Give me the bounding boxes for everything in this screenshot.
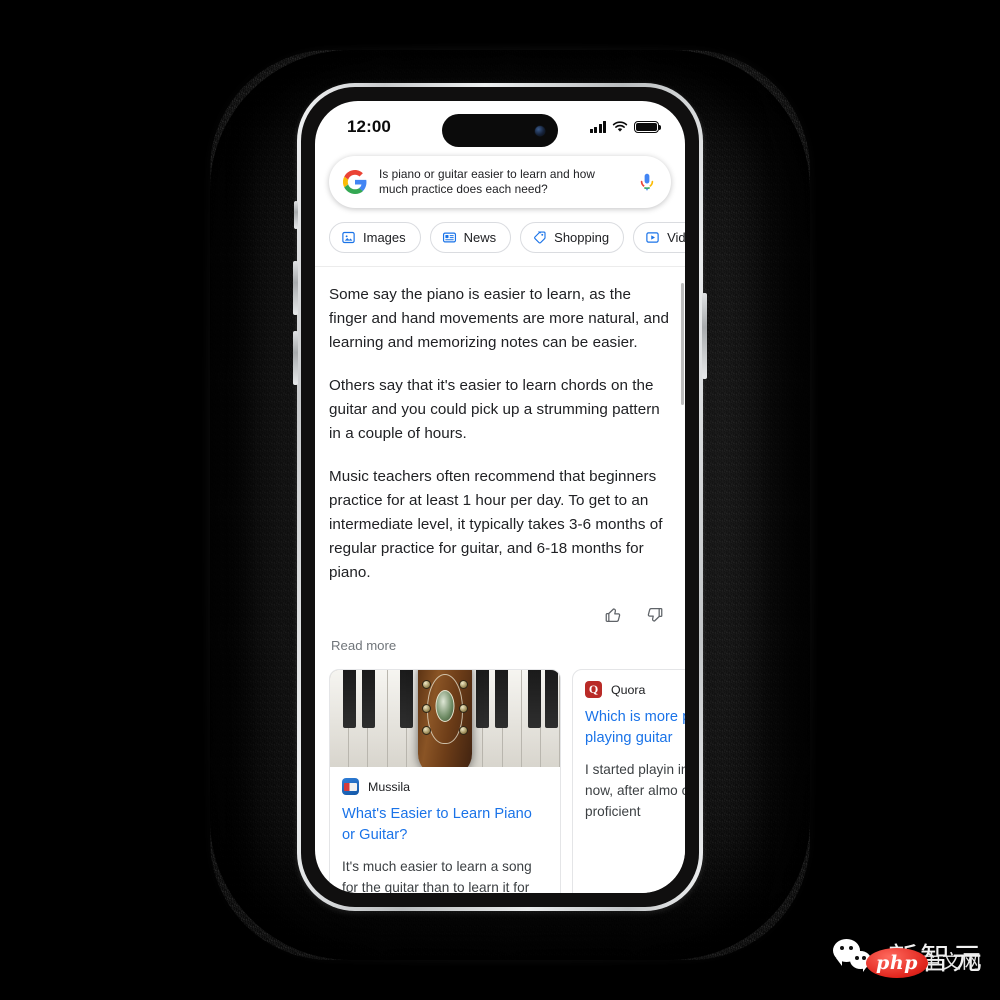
result-cards-row[interactable]: Mussila What's Easier to Learn Piano or … (315, 653, 685, 893)
result-title-link[interactable]: What's Easier to Learn Piano or Guitar? (342, 804, 548, 846)
phone-device: 12:00 Is piano or guitar easier to learn… (293, 83, 707, 911)
wifi-icon (612, 121, 628, 132)
chip-news[interactable]: News (429, 222, 512, 253)
result-card-quora[interactable]: Q Quora Which is more playing piano play… (572, 669, 685, 893)
result-card-body: Mussila What's Easier to Learn Piano or … (330, 767, 560, 893)
microphone-icon[interactable] (636, 171, 658, 193)
feedback-controls[interactable] (329, 604, 671, 625)
image-icon (342, 231, 355, 244)
result-source: Q Quora (585, 681, 685, 698)
chip-videos[interactable]: Videos (633, 222, 685, 253)
result-title-link[interactable]: Which is more playing piano playing guit… (585, 707, 685, 749)
chip-images[interactable]: Images (329, 222, 421, 253)
chip-label: Images (363, 230, 406, 245)
chip-label: Videos (667, 230, 685, 245)
quora-favicon: Q (585, 681, 602, 698)
play-video-icon (646, 232, 659, 243)
search-query-text: Is piano or guitar easier to learn and h… (379, 167, 595, 196)
result-thumbnail-image (330, 670, 560, 767)
guitar-headstock-graphic (418, 670, 472, 767)
search-bar[interactable]: Is piano or guitar easier to learn and h… (329, 156, 671, 208)
result-source-name: Quora (611, 682, 646, 697)
answer-paragraph: Others say that it's easier to learn cho… (329, 377, 660, 442)
result-card-body: Q Quora Which is more playing piano play… (573, 670, 685, 834)
status-bar: 12:00 (315, 101, 685, 151)
answer-paragraph: Some say the piano is easier to learn, a… (329, 286, 670, 351)
tag-icon (534, 231, 546, 244)
mussila-favicon (342, 778, 359, 795)
result-source-name: Mussila (368, 779, 410, 794)
power-button[interactable] (702, 293, 707, 379)
volume-up-button[interactable] (293, 261, 298, 315)
silence-switch[interactable] (294, 201, 298, 229)
filter-chips-row[interactable]: Images News Shopping Vid (315, 208, 685, 266)
chip-label: Shopping (554, 230, 610, 245)
phone-screen: 12:00 Is piano or guitar easier to learn… (315, 101, 685, 893)
status-indicators (589, 120, 662, 134)
news-icon (442, 232, 456, 243)
result-snippet: I started playin instruments th now, aft… (585, 762, 685, 819)
phone-bezel: 12:00 Is piano or guitar easier to learn… (301, 87, 699, 907)
front-camera-icon (535, 125, 545, 136)
screenshot-stage: 12:00 Is piano or guitar easier to learn… (0, 0, 1000, 1000)
php-badge-label: php (876, 952, 918, 974)
dynamic-island (442, 114, 558, 147)
result-snippet: It's much easier to learn a song for the… (342, 859, 532, 893)
cellular-signal-icon (589, 121, 606, 133)
thumbs-down-icon[interactable] (645, 605, 665, 625)
search-bar-container: Is piano or guitar easier to learn and h… (315, 151, 685, 208)
page-scrollbar[interactable] (680, 283, 684, 405)
php-badge: php (866, 948, 928, 978)
browser-content: Is piano or guitar easier to learn and h… (315, 151, 685, 893)
status-clock: 12:00 (347, 117, 391, 136)
volume-down-button[interactable] (293, 331, 298, 385)
read-more-button[interactable]: Read more (329, 625, 671, 653)
answer-paragraph: Music teachers often recommend that begi… (329, 468, 663, 581)
battery-full-icon (634, 120, 662, 134)
ai-answer-block: Some say the piano is easier to learn, a… (315, 267, 685, 653)
chip-label: News (463, 230, 497, 245)
thumbs-up-icon[interactable] (603, 605, 623, 625)
chip-shopping[interactable]: Shopping (520, 222, 625, 253)
result-card-mussila[interactable]: Mussila What's Easier to Learn Piano or … (329, 669, 561, 893)
watermark-sub: 中文网 (921, 951, 982, 973)
google-logo (343, 170, 367, 194)
result-source: Mussila (342, 778, 548, 795)
